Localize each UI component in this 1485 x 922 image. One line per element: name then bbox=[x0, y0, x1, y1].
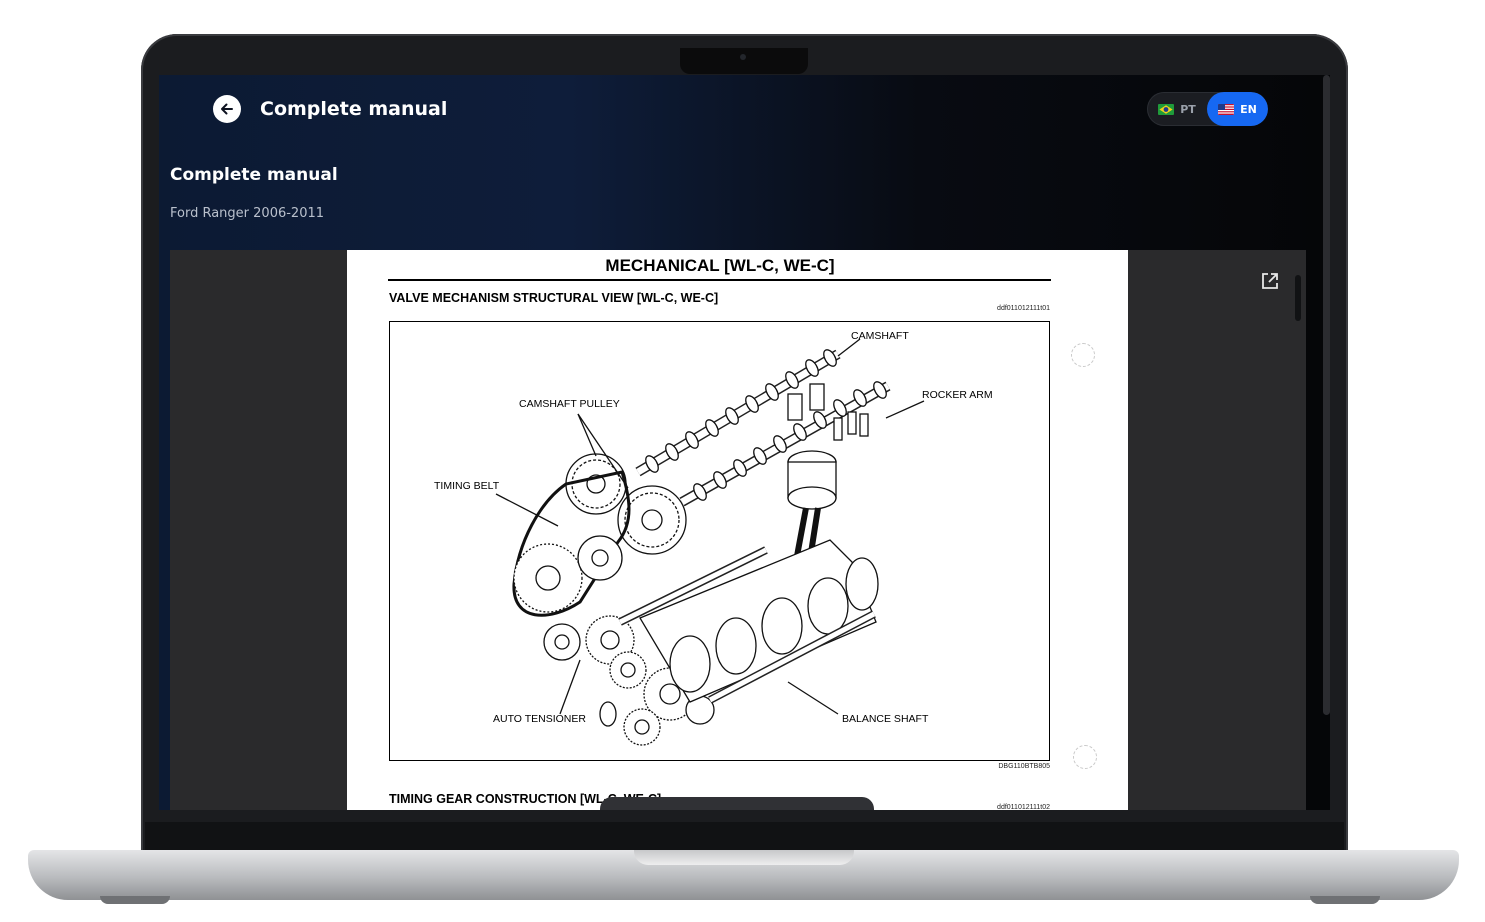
brazil-flag-icon bbox=[1158, 103, 1175, 115]
app-scrollbar[interactable] bbox=[1323, 75, 1330, 715]
page-subtitle: Ford Ranger 2006-2011 bbox=[170, 206, 325, 221]
label-balance-shaft: BALANCE SHAFT bbox=[842, 713, 929, 725]
figure-code: DBG110BTB805 bbox=[998, 763, 1050, 770]
next-section-code: ddf011012111t02 bbox=[997, 804, 1050, 810]
arrow-left-icon bbox=[221, 103, 233, 115]
page-title: Complete manual bbox=[170, 165, 338, 185]
header-title: Complete manual bbox=[260, 98, 448, 120]
document-page: MECHANICAL [WL-C, WE-C] VALVE MECHANISM … bbox=[347, 250, 1128, 810]
laptop-bezel-bottom bbox=[145, 822, 1344, 852]
label-timing-belt: TIMING BELT bbox=[434, 480, 500, 492]
language-option-en-label: EN bbox=[1240, 102, 1257, 116]
app-screen: Complete manual PT EN Complete manual Fo… bbox=[159, 75, 1330, 810]
engine-diagram bbox=[495, 338, 925, 746]
language-option-en[interactable]: EN bbox=[1207, 92, 1268, 126]
label-camshaft: CAMSHAFT bbox=[851, 330, 909, 342]
laptop-foot-left bbox=[100, 896, 170, 904]
language-option-pt[interactable]: PT bbox=[1147, 92, 1207, 126]
usa-flag-icon bbox=[1218, 103, 1235, 115]
page-navigation-bar[interactable] bbox=[600, 797, 874, 810]
document-header-rule bbox=[388, 279, 1051, 281]
valve-mechanism-figure: CAMSHAFT ROCKER ARM CAMSHAFT PULLEY TIMI… bbox=[389, 321, 1050, 761]
open-external-icon bbox=[1262, 273, 1278, 289]
laptop-frame: Complete manual PT EN Complete manual Fo… bbox=[0, 0, 1485, 922]
viewer-scrollbar[interactable] bbox=[1295, 275, 1301, 321]
document-header: MECHANICAL [WL-C, WE-C] bbox=[605, 256, 835, 275]
open-external-button[interactable] bbox=[1259, 270, 1281, 292]
label-auto-tensioner: AUTO TENSIONER bbox=[493, 713, 586, 725]
section-title: VALVE MECHANISM STRUCTURAL VIEW [WL-C, W… bbox=[389, 291, 719, 305]
camera-notch bbox=[680, 48, 808, 74]
margin-mark-top bbox=[1071, 343, 1095, 367]
back-button[interactable] bbox=[213, 95, 241, 123]
camera-icon bbox=[740, 54, 746, 60]
app-header: Complete manual PT EN bbox=[159, 75, 1330, 145]
margin-mark-bottom bbox=[1073, 745, 1097, 769]
label-camshaft-pulley: CAMSHAFT PULLEY bbox=[519, 398, 620, 410]
label-rocker-arm: ROCKER ARM bbox=[922, 389, 993, 401]
language-toggle: PT EN bbox=[1147, 92, 1268, 126]
laptop-foot-right bbox=[1310, 896, 1380, 904]
section-code: ddf011012111t01 bbox=[997, 305, 1050, 312]
laptop-base-lip bbox=[634, 850, 854, 865]
language-option-pt-label: PT bbox=[1180, 102, 1196, 116]
document-viewer[interactable]: MECHANICAL [WL-C, WE-C] VALVE MECHANISM … bbox=[170, 250, 1306, 810]
